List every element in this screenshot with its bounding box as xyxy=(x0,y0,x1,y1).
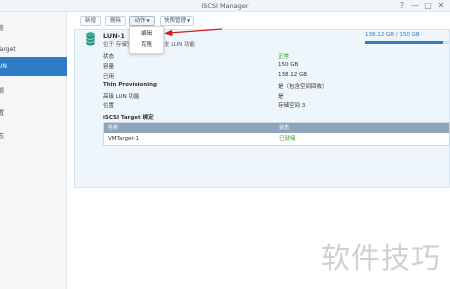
chevron-down-icon: ▼ xyxy=(146,18,150,23)
action-dropdown-menu: 编辑 克隆 xyxy=(129,26,164,54)
capacity-bar-fill xyxy=(365,41,444,44)
sidebar-item-settings[interactable]: 置 xyxy=(0,104,67,123)
add-button[interactable]: 新增 xyxy=(80,16,101,26)
target-name-cell[interactable]: VMTarget-1 xyxy=(108,134,139,145)
thin-provisioning-label: Thin Provisioning xyxy=(103,82,157,88)
add-button-label: 新增 xyxy=(84,18,96,24)
action-dropdown-button[interactable]: 动作▼ xyxy=(129,16,155,26)
red-arrow-annotation xyxy=(164,28,223,37)
minimize-icon[interactable]: — xyxy=(411,2,419,10)
window-title: iSCSI Manager xyxy=(201,2,249,10)
sidebar: 览 Target UN 照 置 志 xyxy=(0,12,67,289)
sidebar-item-label: 志 xyxy=(0,133,5,140)
sidebar-item-overview[interactable]: 览 xyxy=(0,19,67,38)
used-label: 已用 xyxy=(103,74,115,80)
column-header-name[interactable]: 名称 xyxy=(108,123,118,133)
lun-description-right: 支 LUN 功能 xyxy=(164,42,195,48)
lun-name: LUN-1 xyxy=(103,32,125,40)
location-value: 存储空间 3 xyxy=(278,103,306,109)
sidebar-item-label: 照 xyxy=(0,88,5,95)
advanced-lun-value: 是 xyxy=(278,94,284,100)
target-binding-title: iSCSI Target 绑定 xyxy=(103,115,154,121)
sidebar-item-label: 览 xyxy=(0,25,5,32)
target-status-cell[interactable]: 已就绪 xyxy=(279,134,296,145)
watermark-text: 软件技巧 xyxy=(321,241,442,275)
menu-item-clone[interactable]: 克隆 xyxy=(130,40,163,51)
capacity-label: 容量 xyxy=(103,64,115,70)
database-icon xyxy=(86,32,95,46)
status-value: 正常 xyxy=(278,54,290,60)
lun-description-left: 位于 存储空 xyxy=(103,42,133,48)
delete-button-label: 删除 xyxy=(109,18,121,24)
delete-button[interactable]: 删除 xyxy=(105,16,126,26)
action-button-label: 动作 xyxy=(134,18,146,24)
target-table: 名称 状态 VMTarget-1 已就绪 xyxy=(103,122,450,146)
location-label: 位置 xyxy=(103,103,115,109)
column-header-status[interactable]: 状态 xyxy=(279,123,289,133)
sidebar-item-label: 置 xyxy=(0,110,5,117)
capacity-value: 150 GB xyxy=(278,62,299,68)
sidebar-item-snapshot[interactable]: 照 xyxy=(0,82,67,101)
advanced-lun-label: 高级 LUN 功能 xyxy=(103,94,140,100)
close-icon[interactable]: ✕ xyxy=(437,2,445,10)
sidebar-item-label: UN xyxy=(0,63,7,70)
used-value: 138.12 GB xyxy=(278,72,308,78)
thin-provisioning-value: 是（包含空间回收） xyxy=(278,84,328,90)
status-label: 状态 xyxy=(103,54,115,60)
capacity-usage-text: 138.12 GB / 150 GB xyxy=(365,32,420,38)
capacity-bar xyxy=(365,41,450,44)
sidebar-item-lun[interactable]: UN xyxy=(0,57,67,76)
table-header xyxy=(104,123,449,133)
title-bar: iSCSI Manager ? — □ ✕ xyxy=(0,0,450,12)
help-icon[interactable]: ? xyxy=(398,2,406,10)
sidebar-item-log[interactable]: 志 xyxy=(0,127,67,146)
iscsi-manager-window: iSCSI Manager ? — □ ✕ 览 Target UN 照 置 志 … xyxy=(0,0,450,289)
maximize-icon[interactable]: □ xyxy=(424,2,432,10)
menu-item-edit[interactable]: 编辑 xyxy=(130,29,163,40)
chevron-down-icon: ▼ xyxy=(186,18,191,23)
